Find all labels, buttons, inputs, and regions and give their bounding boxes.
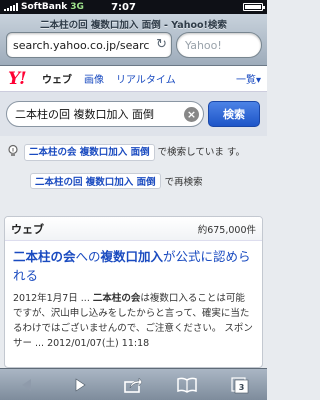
result-title-link[interactable]: 二本柱の会への複数口加入が公式に認められる (5, 241, 262, 285)
result-title-part1: 二本柱の会 (13, 249, 76, 264)
results-header: ウェブ 約675,000件 (5, 217, 262, 241)
search-bar: 二本柱の回 複数口加入 面倒 × 検索 (0, 92, 267, 136)
corrected-suffix: で検索していま す。 (157, 147, 245, 158)
clock: 7:07 (111, 1, 136, 13)
original-suffix: で再検索 (164, 177, 203, 188)
forward-icon (75, 377, 86, 392)
search-query-text: 二本柱の回 複数口加入 面倒 (15, 108, 154, 121)
browser-chrome: 二本柱の回 複数口加入 面倒 - Yahoo!検索 search.yahoo.c… (0, 14, 267, 66)
url-field[interactable]: search.yahoo.co.jp/searc ↻ (6, 32, 172, 58)
snippet-bold: 二本柱の会 (92, 293, 141, 304)
original-query-link[interactable]: 二本柱の回 複数口加入 面倒 (30, 173, 161, 189)
result-title-part3: 複数口加入 (100, 249, 164, 264)
share-button[interactable] (113, 371, 153, 399)
back-button[interactable] (7, 371, 47, 399)
tab-web[interactable]: ウェブ (36, 71, 78, 86)
bookmarks-button[interactable] (167, 371, 207, 399)
results-count: 約675,000件 (197, 224, 256, 236)
page-title: 二本柱の回 複数口加入 面倒 - Yahoo!検索 (40, 20, 227, 30)
results-card: ウェブ 約675,000件 二本柱の会への複数口加入が公式に認められる 2012… (4, 216, 263, 368)
lightbulb-icon (8, 144, 18, 156)
result-snippet: 2012年1月7日 ... 二本柱の会は複数口入ることは可能ですが、沢山申し込み… (5, 285, 262, 351)
search-button[interactable]: 検索 (208, 101, 260, 127)
pages-count: 3 (239, 383, 245, 392)
browser-toolbar: 3 (0, 368, 267, 400)
results-section-title: ウェブ (11, 222, 44, 236)
corrected-query-link[interactable]: 二本柱の会 複数口加入 面倒 (24, 144, 155, 161)
url-text: search.yahoo.co.jp/searc (13, 38, 150, 52)
tab-realtime[interactable]: リアルタイム (110, 71, 182, 86)
book-icon (177, 377, 197, 393)
search-input[interactable]: 二本柱の回 複数口加入 面倒 × (6, 101, 204, 127)
clear-icon[interactable]: × (184, 107, 199, 122)
snippet-date: 2012年1月7日 ... (13, 293, 90, 304)
carrier-label: SoftBank (21, 2, 68, 12)
share-icon (124, 376, 143, 393)
status-bar: SoftBank 3G 7:07 (0, 0, 267, 14)
reload-icon[interactable]: ↻ (156, 37, 167, 52)
yahoo-nav: Y! ウェブ 画像 リアルタイム 一覧▾ (0, 66, 267, 92)
forward-button[interactable] (60, 371, 100, 399)
back-icon (21, 378, 31, 391)
spelling-suggestion: 二本柱の会 複数口加入 面倒 で検索していま す。 二本柱の回 複数口加入 面倒… (0, 136, 267, 216)
browser-search-placeholder: Yahoo! (185, 38, 222, 52)
battery-icon (243, 3, 265, 11)
network-label: 3G (70, 2, 84, 12)
pages-icon: 3 (231, 376, 249, 393)
result-title-part2: への (75, 249, 101, 264)
browser-search-field[interactable]: Yahoo! (176, 32, 262, 58)
pages-button[interactable]: 3 (220, 371, 260, 399)
more-menu[interactable]: 一覧▾ (230, 71, 267, 86)
yahoo-logo[interactable]: Y! (0, 69, 36, 89)
signal-icon (4, 3, 18, 11)
tab-images[interactable]: 画像 (78, 71, 110, 86)
